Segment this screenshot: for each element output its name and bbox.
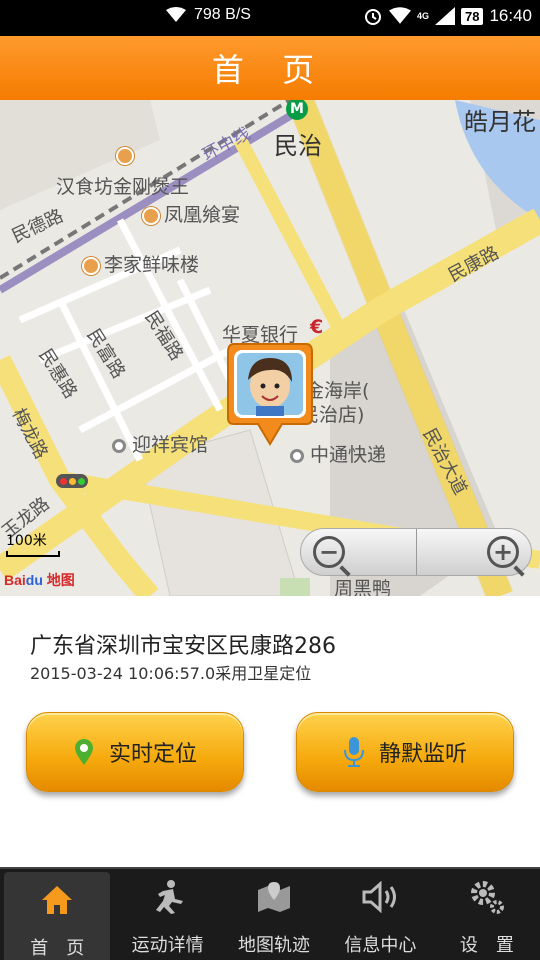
map-icon <box>254 877 294 917</box>
nav-map-track[interactable]: 地图轨迹 <box>221 869 327 960</box>
realtime-location-button[interactable]: 实时定位 <box>26 712 244 792</box>
zoom-in-button[interactable]: + <box>417 529 532 575</box>
zoom-out-button[interactable]: − <box>301 529 417 575</box>
poi-icon <box>290 448 304 463</box>
location-pin-icon <box>74 739 93 765</box>
map-scale-label: 100米 <box>6 533 47 549</box>
gear-icon <box>467 877 507 917</box>
traffic-light-icon <box>56 474 88 488</box>
map-label-zhouheiya: 周黑鸭 <box>334 578 392 596</box>
silent-monitor-label: 静默监听 <box>378 742 467 767</box>
map-label-fenghuang-row: 凤凰飨宴 <box>142 200 240 227</box>
alarm-icon <box>364 9 381 25</box>
location-time: 2015-03-24 10:06:57.0采用卫星定位 <box>30 664 312 683</box>
bank-icon: € <box>310 316 324 338</box>
map-label-fenghuang: 凤凰飨宴 <box>164 204 241 226</box>
wifi-icon <box>166 7 186 22</box>
microphone-icon <box>343 737 364 767</box>
status-right: 4G 78 16:40 <box>363 6 532 26</box>
nav-home[interactable]: 首 页 <box>4 872 111 960</box>
nav-map-track-label: 地图轨迹 <box>238 935 311 956</box>
status-bar: 798 B/S 4G 78 16:40 <box>0 0 540 36</box>
nav-info-center[interactable]: 信息中心 <box>327 869 433 960</box>
map-label-lijia: 李家鲜味楼 <box>104 254 200 276</box>
child-location-marker[interactable] <box>226 340 314 448</box>
home-icon <box>37 880 77 920</box>
title-bar: 首 页 <box>0 36 540 100</box>
speaker-icon <box>360 877 400 917</box>
baidu-logo: Baidu 地图 <box>4 572 75 588</box>
location-address: 广东省深圳市宝安区民康路286 <box>30 634 336 659</box>
map-label-minzhi: 民治 <box>274 132 322 160</box>
nav-sport[interactable]: 运动详情 <box>114 869 220 960</box>
zoom-control: − + <box>300 528 532 576</box>
map-label-yingxiang-row: 迎祥宾馆 <box>112 430 208 457</box>
network-type: 4G <box>416 10 429 21</box>
restaurant-icon <box>82 256 100 275</box>
map-label-yingxiang: 迎祥宾馆 <box>132 434 209 456</box>
map-label-zhongtong: 中通快递 <box>310 444 387 466</box>
page-title: 首 页 <box>211 51 329 89</box>
net-speed: 798 B/S <box>194 6 251 23</box>
wifi-icon <box>388 7 411 24</box>
silent-monitor-button[interactable]: 静默监听 <box>296 712 514 792</box>
map-label-lijia-row: 李家鲜味楼 <box>82 250 199 277</box>
nav-info-center-label: 信息中心 <box>344 935 417 956</box>
net-info: 798 B/S <box>166 6 251 24</box>
nav-home-label: 首 页 <box>30 938 85 959</box>
hotel-icon <box>112 438 126 453</box>
zoom-out-icon: − <box>313 536 345 568</box>
zoom-in-icon: + <box>487 536 519 568</box>
poi-icon <box>116 144 138 166</box>
map-label-haoyue: 皓月花 <box>464 108 536 136</box>
signal-icon <box>434 7 455 25</box>
map-label-hanshifang: 汉食坊金刚煲王 <box>56 176 190 198</box>
map-scale: 100米 <box>6 530 60 557</box>
battery-icon: 78 <box>460 7 484 25</box>
nav-settings[interactable]: 设 置 <box>434 869 540 960</box>
nav-sport-label: 运动详情 <box>131 935 204 956</box>
restaurant-icon <box>142 206 160 225</box>
realtime-location-label: 实时定位 <box>108 742 197 767</box>
running-icon <box>148 877 188 917</box>
clock: 16:40 <box>489 6 532 25</box>
nav-settings-label: 设 置 <box>459 935 514 956</box>
bottom-nav: 首 页 运动详情 地图轨迹 信息中心 设 置 <box>0 867 540 960</box>
map-view[interactable]: M 民治 环中线 皓月花 汉食坊金刚煲王 凤凰飨宴 民德路 李家鲜味楼 民康路 … <box>0 100 540 596</box>
